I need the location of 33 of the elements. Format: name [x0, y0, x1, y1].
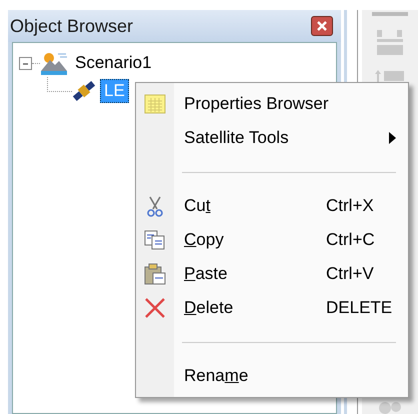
shortcut-label: Ctrl+V [326, 264, 375, 284]
shortcut-label: Ctrl+C [326, 230, 376, 250]
tree-item[interactable]: Scenario1 [72, 52, 155, 74]
close-button[interactable] [311, 16, 333, 36]
delete-icon [144, 297, 166, 319]
menu-item-label: Satellite Tools [184, 128, 290, 148]
menu-item[interactable]: Copy Ctrl+C [136, 223, 408, 257]
mountain-icon [40, 50, 68, 76]
paste-icon [144, 263, 166, 285]
menu-item[interactable]: Satellite Tools [136, 121, 408, 155]
ruler-icon[interactable] [375, 28, 405, 58]
scissors-icon [145, 196, 165, 216]
menu-item[interactable]: Properties Browser [136, 87, 408, 121]
shortcut-label: DELETE [326, 298, 394, 318]
menu-item-label: Cut [184, 196, 212, 216]
menu-item-label: Paste [184, 264, 228, 284]
measure-icon[interactable] [375, 68, 405, 84]
copy-icon [144, 229, 166, 251]
shortcut-label: Ctrl+X [326, 196, 375, 216]
menu-item-label: Properties Browser [184, 94, 330, 114]
menu-item[interactable]: Delete DELETE [136, 291, 408, 325]
menu-item[interactable]: Rename [136, 359, 408, 393]
menu-item[interactable]: Paste Ctrl+V [136, 257, 408, 291]
table-icon [144, 93, 166, 115]
menu-item[interactable]: Cut Ctrl+X [136, 189, 408, 223]
menu-item-label: Rename [184, 366, 250, 386]
collapse-toggle[interactable] [19, 56, 32, 70]
menu-item-label: Delete [184, 298, 234, 318]
panel-title: Object Browser [10, 16, 134, 36]
grip-icon [372, 12, 408, 18]
close-icon [316, 20, 328, 32]
satellite-icon [72, 79, 96, 103]
menu-item-label: Copy [184, 230, 225, 250]
